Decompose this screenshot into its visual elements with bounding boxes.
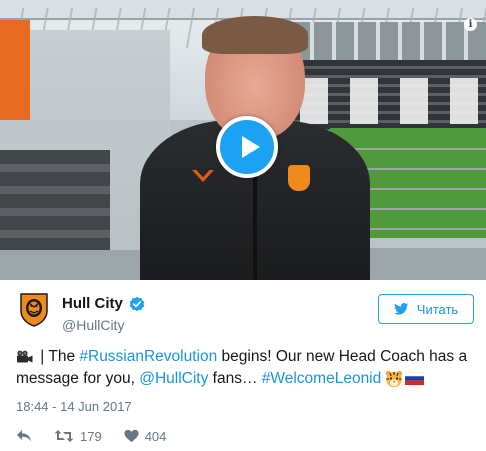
- movie-camera-icon: [17, 351, 33, 363]
- follow-button-label: Читать: [416, 301, 459, 317]
- tweet-text-after-mention: fans…: [208, 370, 262, 387]
- verified-badge-icon: [129, 296, 145, 311]
- twitter-bird-icon: [393, 303, 409, 315]
- tiger-face-icon: [386, 370, 403, 388]
- play-icon: [242, 136, 260, 158]
- retweet-button[interactable]: 179: [54, 429, 102, 444]
- video-player[interactable]: i: [0, 0, 486, 280]
- retweet-count: 179: [80, 428, 102, 444]
- reply-icon: [17, 430, 31, 442]
- like-count: 404: [144, 428, 167, 444]
- hull-city-crest-icon: [17, 292, 51, 327]
- mention-hullcity[interactable]: @HullCity: [139, 370, 208, 387]
- display-name[interactable]: Hull City: [62, 295, 123, 312]
- play-button[interactable]: [216, 116, 278, 178]
- hashtag-welcome-leonid[interactable]: #WelcomeLeonid: [262, 370, 381, 387]
- avatar[interactable]: [16, 291, 52, 327]
- russia-flag-icon: [405, 372, 425, 386]
- tweet-timestamp[interactable]: 18:44 - 14 Jun 2017: [16, 399, 132, 414]
- subject-hair: [202, 16, 308, 54]
- tweet-text: | The #RussianRevolution begins! Our new…: [16, 346, 476, 390]
- tweet-actions: 179 404: [16, 427, 188, 445]
- heart-icon: [124, 429, 139, 443]
- user-info[interactable]: Hull City @HullCity: [62, 295, 145, 333]
- embedded-tweet: i Hull City @HullCity Читать | The #Russ…: [0, 0, 486, 451]
- info-icon[interactable]: i: [464, 18, 477, 31]
- orange-banner: [0, 20, 30, 120]
- display-name-row: Hull City: [62, 295, 145, 312]
- tweet-text-separator: | The: [36, 348, 80, 365]
- jacket-crest: [288, 165, 310, 191]
- follow-button[interactable]: Читать: [378, 294, 474, 324]
- like-button[interactable]: 404: [124, 428, 167, 444]
- retweet-icon: [54, 430, 74, 442]
- handle[interactable]: @HullCity: [62, 317, 145, 333]
- hashtag-russian-revolution[interactable]: #RussianRevolution: [79, 348, 217, 365]
- reply-button[interactable]: [16, 429, 32, 443]
